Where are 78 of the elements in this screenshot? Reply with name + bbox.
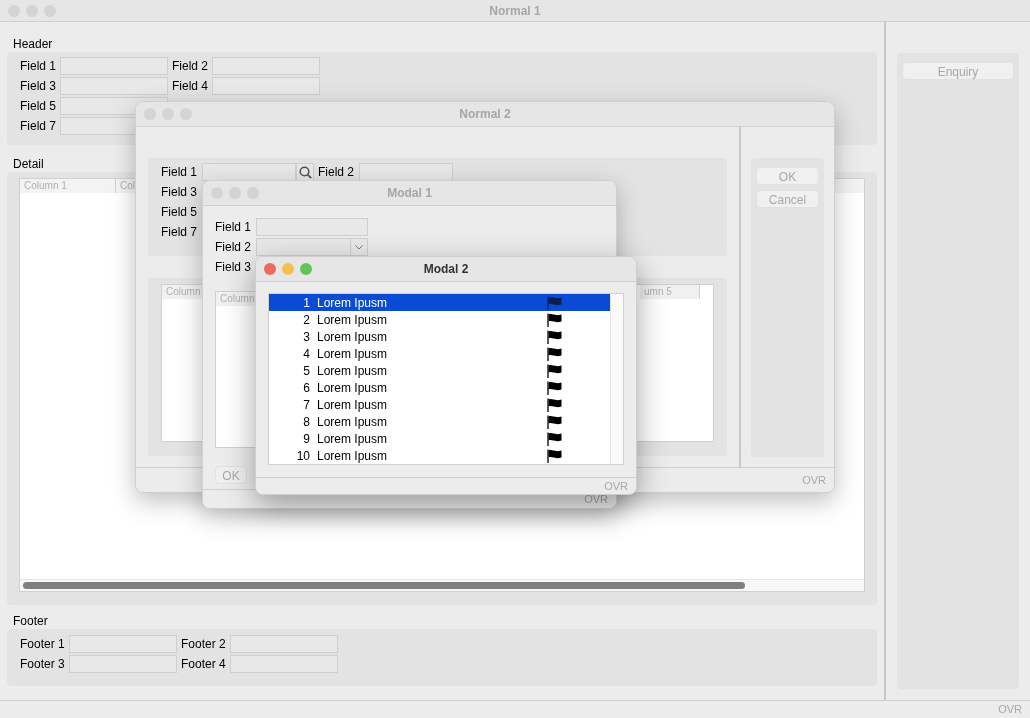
field-label: Field 3 — [161, 184, 199, 201]
field-label: Field 3 — [215, 259, 253, 276]
row-number: 8 — [302, 413, 310, 431]
row-text: Lorem Ipusm — [317, 294, 389, 312]
chevron-down-icon — [355, 244, 363, 250]
flag-icon — [547, 312, 562, 327]
field-label: Field 1 — [215, 219, 253, 236]
section-label: Footer — [13, 614, 48, 629]
row-number: 6 — [302, 379, 310, 397]
flag-icon — [547, 363, 562, 378]
text-field[interactable] — [202, 163, 296, 181]
text-field[interactable] — [256, 218, 368, 236]
section-label: Detail — [13, 157, 44, 172]
row-text: Lorem Ipusm — [317, 396, 389, 414]
field-label: Field 5 — [20, 98, 57, 115]
field-label: Field 7 — [161, 224, 199, 241]
row-text: Lorem Ipusm — [317, 345, 389, 363]
row-text: Lorem Ipusm — [317, 362, 389, 380]
row-text: Lorem Ipusm — [317, 430, 389, 448]
flag-icon — [547, 448, 562, 463]
flag-icon — [547, 397, 562, 412]
row-text: Lorem Ipusm — [317, 311, 389, 329]
window-title: Normal 1 — [489, 2, 541, 20]
row-text: Lorem Ipusm — [317, 447, 389, 465]
text-field[interactable] — [60, 57, 168, 75]
field-label: Field 5 — [161, 204, 199, 221]
flag-icon — [547, 431, 562, 446]
flag-icon — [547, 414, 562, 429]
text-field[interactable] — [212, 77, 320, 95]
field-label: Field 2 — [318, 164, 356, 181]
flag-icon — [547, 295, 562, 310]
field-label: Field 1 — [20, 58, 57, 75]
text-field[interactable] — [230, 655, 338, 673]
field-label: Footer 1 — [20, 636, 66, 653]
flag-icon — [547, 380, 562, 395]
minimize-button[interactable] — [282, 263, 294, 275]
flag-icon — [547, 346, 562, 361]
text-field[interactable] — [60, 77, 168, 95]
search-button[interactable] — [296, 163, 314, 181]
section-label: Header — [13, 37, 53, 52]
text-field[interactable] — [359, 163, 453, 181]
field-label: Field 2 — [172, 58, 209, 75]
field-label: Field 1 — [161, 164, 199, 181]
text-field[interactable] — [69, 655, 177, 673]
window-title: Modal 1 — [387, 185, 432, 202]
row-number: 3 — [302, 328, 310, 346]
flag-icon — [547, 329, 562, 344]
field-label: Field 2 — [215, 239, 253, 256]
row-number: 4 — [302, 345, 310, 363]
text-field[interactable] — [212, 57, 320, 75]
field-label: Footer 2 — [181, 636, 227, 653]
row-number: 1 — [302, 294, 310, 312]
row-number: 5 — [302, 362, 310, 380]
row-number: 2 — [302, 311, 310, 329]
row-text: Lorem Ipusm — [317, 328, 389, 346]
field-label: Field 3 — [20, 78, 57, 95]
combo-box[interactable] — [256, 238, 368, 256]
status-text: OVR — [998, 702, 1022, 718]
status-text: OVR — [604, 478, 628, 494]
field-label: Field 7 — [20, 118, 57, 135]
status-text: OVR — [802, 472, 826, 488]
field-label: Field 4 — [172, 78, 209, 95]
search-icon — [298, 165, 312, 179]
row-text: Lorem Ipusm — [317, 379, 389, 397]
row-text: Lorem Ipusm — [317, 413, 389, 431]
zoom-button[interactable] — [300, 263, 312, 275]
field-label: Footer 3 — [20, 656, 66, 673]
text-field[interactable] — [69, 635, 177, 653]
scrollbar-thumb[interactable] — [23, 582, 745, 589]
window-title: Modal 2 — [423, 261, 469, 278]
field-label: Footer 4 — [181, 656, 227, 673]
window-title: Normal 2 — [459, 106, 511, 123]
row-number: 9 — [302, 430, 310, 448]
text-field[interactable] — [230, 635, 338, 653]
row-number: 10 — [295, 447, 310, 465]
row-number: 7 — [302, 396, 310, 414]
list-row[interactable]: 1 Lorem Ipusm — [269, 294, 610, 311]
close-button[interactable] — [264, 263, 276, 275]
